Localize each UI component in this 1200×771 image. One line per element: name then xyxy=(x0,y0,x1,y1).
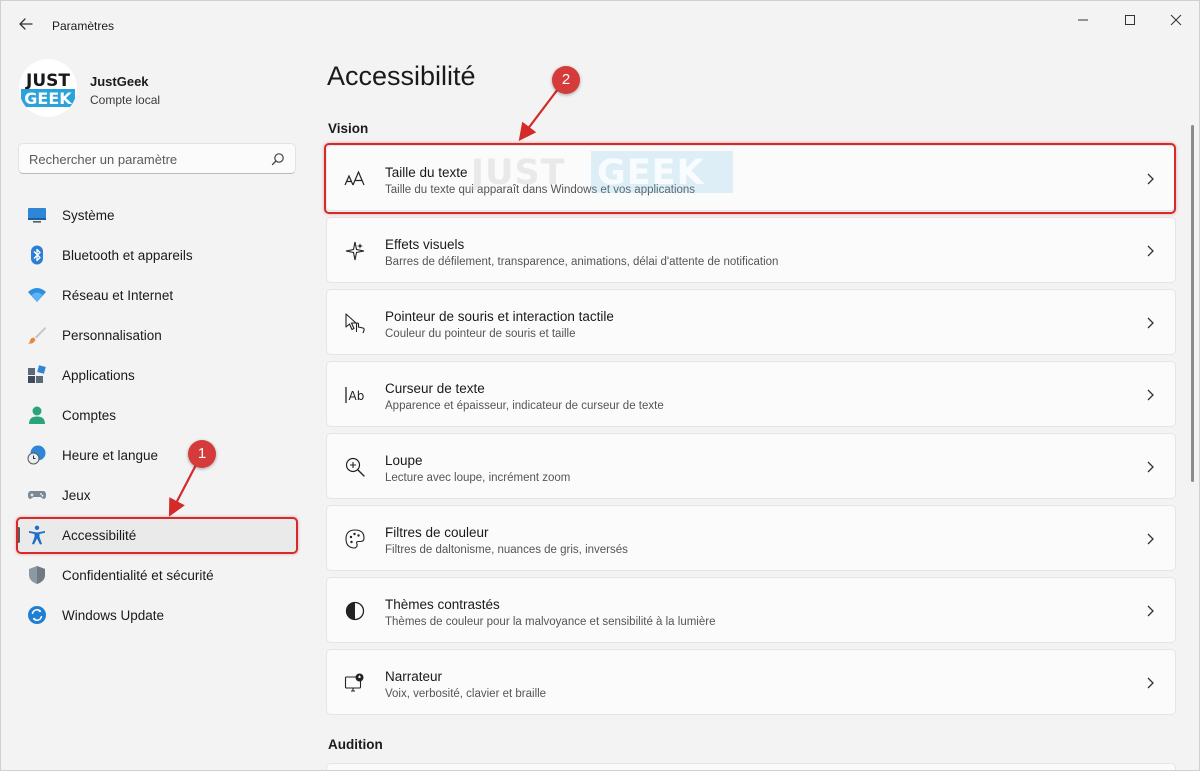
shield-icon xyxy=(29,566,45,584)
section-title-vision: Vision xyxy=(328,121,369,136)
magnifier-icon xyxy=(345,457,365,477)
clock-globe-icon xyxy=(27,445,46,465)
chevron-right-icon xyxy=(1147,605,1154,617)
narrator-icon xyxy=(344,673,364,692)
sidebar-item-personnalisation[interactable]: Personnalisation xyxy=(17,317,297,353)
sidebar-item-accessibilite[interactable]: Accessibilité xyxy=(17,517,297,553)
minimize-icon xyxy=(1078,19,1088,21)
chevron-right-icon xyxy=(1147,245,1154,257)
arrow-annotation-2 xyxy=(518,88,559,142)
title-bar: Paramètres xyxy=(1,1,1199,51)
svg-text:GEEK: GEEK xyxy=(24,89,72,108)
scrollbar-thumb[interactable] xyxy=(1191,125,1194,482)
text-cursor-icon: Ab xyxy=(345,387,365,403)
minimize-button[interactable] xyxy=(1060,5,1106,35)
monitor-icon xyxy=(28,208,46,223)
accessibility-icon xyxy=(29,525,45,545)
card-loupe[interactable]: Loupe Lecture avec loupe, incrément zoom xyxy=(326,433,1176,499)
active-indicator xyxy=(17,527,20,543)
account-type: Compte local xyxy=(90,93,161,107)
sidebar-item-heure-langue[interactable]: Heure et langue xyxy=(17,437,297,473)
wifi-icon xyxy=(28,288,46,302)
sidebar-item-confidentialite[interactable]: Confidentialité et sécurité xyxy=(17,557,297,593)
card-curseur-texte[interactable]: Ab Curseur de texte Apparence et épaisse… xyxy=(326,361,1176,427)
sidebar-item-systeme[interactable]: Système xyxy=(17,197,297,233)
chevron-right-icon xyxy=(1147,317,1154,329)
settings-window: Paramètres JUST GEEK JustGeek Compte loc… xyxy=(0,0,1200,771)
sidebar-item-bluetooth[interactable]: Bluetooth et appareils xyxy=(17,237,297,273)
chevron-right-icon xyxy=(1147,389,1154,401)
search-input[interactable]: Rechercher un paramètre xyxy=(18,143,296,174)
search-placeholder: Rechercher un paramètre xyxy=(29,152,178,167)
maximize-button[interactable] xyxy=(1107,5,1153,35)
sidebar-item-windows-update[interactable]: Windows Update xyxy=(17,597,297,633)
svg-text:JUST: JUST xyxy=(25,71,70,91)
sidebar-item-reseau[interactable]: Réseau et Internet xyxy=(17,277,297,313)
card-effets-visuels[interactable]: Effets visuels Barres de défilement, tra… xyxy=(326,217,1176,283)
card-themes-contrastes[interactable]: Thèmes contrastés Thèmes de couleur pour… xyxy=(326,577,1176,643)
section-title-audition: Audition xyxy=(328,737,383,752)
chevron-right-icon xyxy=(1147,677,1154,689)
window-title: Paramètres xyxy=(52,19,115,33)
chevron-right-icon xyxy=(1147,173,1154,185)
pointer-touch-icon xyxy=(345,313,365,334)
bluetooth-icon xyxy=(31,245,43,265)
svg-text:Ab: Ab xyxy=(349,389,365,403)
chevron-right-icon xyxy=(1147,461,1154,473)
card-taille-du-texte[interactable]: Taille du texte Taille du texte qui appa… xyxy=(326,145,1176,211)
sidebar-item-applications[interactable]: Applications xyxy=(17,357,297,393)
arrow-left-icon xyxy=(19,18,33,30)
update-icon xyxy=(28,606,46,624)
back-button[interactable] xyxy=(15,13,37,35)
card-narrateur[interactable]: Narrateur Voix, verbosité, clavier et br… xyxy=(326,649,1176,715)
chevron-right-icon xyxy=(1147,533,1154,545)
contrast-icon xyxy=(345,601,365,621)
close-button[interactable] xyxy=(1153,5,1199,35)
page-title: Accessibilité xyxy=(327,61,476,91)
palette-icon xyxy=(345,529,365,549)
avatar: JUST GEEK xyxy=(19,59,77,117)
close-icon xyxy=(1170,14,1182,26)
account-header[interactable]: JUST GEEK JustGeek Compte local xyxy=(19,59,289,119)
sidebar-item-jeux[interactable]: Jeux xyxy=(17,477,297,513)
justgeek-logo-icon: JUST GEEK xyxy=(21,71,75,108)
annotation-badge-2: 2 xyxy=(552,66,580,94)
apps-icon xyxy=(28,365,46,383)
maximize-icon xyxy=(1125,15,1135,25)
sidebar-nav: Système Bluetooth et appareils Réseau et… xyxy=(17,197,297,637)
gamepad-icon xyxy=(28,491,46,499)
card-pointeur-souris[interactable]: Pointeur de souris et interaction tactil… xyxy=(326,289,1176,355)
brush-icon xyxy=(28,327,46,344)
card-filtres-couleur[interactable]: Filtres de couleur Filtres de daltonisme… xyxy=(326,505,1176,571)
sidebar-item-comptes[interactable]: Comptes xyxy=(17,397,297,433)
settings-card-list: Taille du texte Taille du texte qui appa… xyxy=(326,145,1176,721)
annotation-badge-1: 1 xyxy=(188,440,216,468)
sparkle-icon xyxy=(345,241,365,261)
account-name: JustGeek xyxy=(90,74,149,89)
search-icon[interactable] xyxy=(271,152,285,166)
person-icon xyxy=(29,406,45,424)
text-size-icon xyxy=(344,170,365,186)
card-partial[interactable] xyxy=(326,763,1176,770)
